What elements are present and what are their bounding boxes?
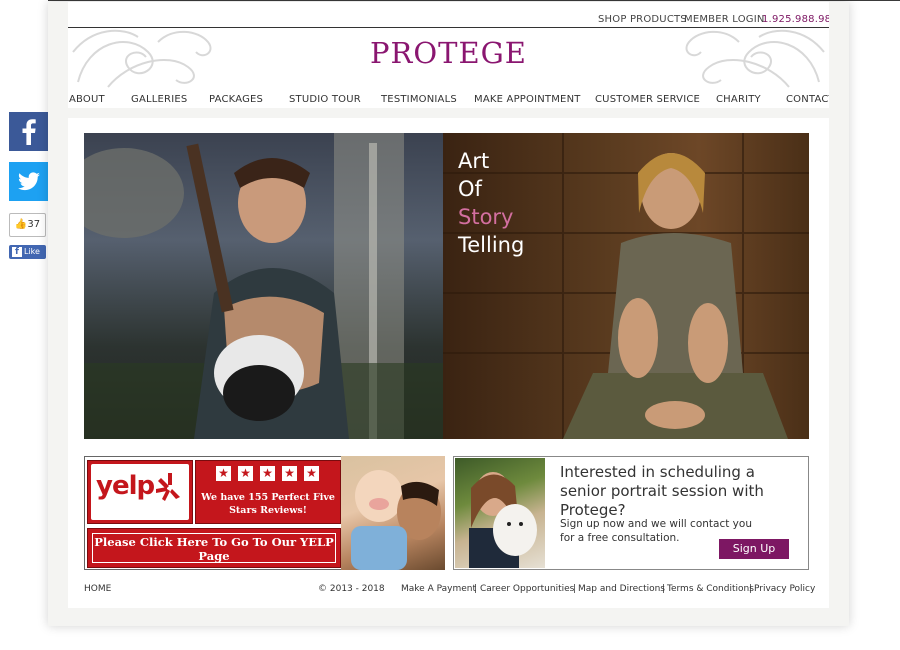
guitarist-illustration-icon	[84, 133, 443, 439]
main-content: Art Of Story Telling yelp ★ ★ ★ ★ ★ We h…	[68, 118, 829, 608]
site-logo[interactable]: PROTEGE	[68, 36, 829, 70]
page-container: SHOP PRODUCTS MEMBER LOGIN 1.925.988.987…	[48, 2, 849, 626]
footer-separator: |	[662, 584, 666, 594]
footer-privacy-link[interactable]: Privacy Policy	[754, 584, 815, 594]
star-icon: ★	[216, 466, 231, 481]
header-divider	[68, 27, 829, 28]
footer-copyright: © 2013 - 2018	[318, 584, 385, 594]
hero-line-art: Art	[458, 149, 490, 173]
footer-make-payment-link[interactable]: Make A Payment	[401, 584, 476, 594]
family-illustration-icon	[351, 470, 441, 570]
promo-photo	[455, 458, 545, 568]
girl-with-dog-illustration-icon	[469, 472, 537, 568]
facebook-icon	[22, 119, 36, 145]
yelp-review-text: We have 155 Perfect Five Stars Reviews!	[201, 492, 335, 516]
nav-make-appointment[interactable]: MAKE APPOINTMENT	[474, 94, 581, 105]
star-icon: ★	[282, 466, 297, 481]
facebook-small-icon: f	[12, 247, 22, 257]
like-label: Like	[24, 247, 40, 256]
star-icon: ★	[238, 466, 253, 481]
footer-separator: |	[573, 584, 577, 594]
site-header: SHOP PRODUCTS MEMBER LOGIN 1.925.988.987…	[68, 2, 829, 108]
footer-terms-link[interactable]: Terms & Conditions	[667, 584, 754, 594]
nav-contact[interactable]: CONTACT	[786, 94, 829, 105]
top-border	[48, 0, 900, 1]
like-count: 37	[27, 219, 41, 230]
footer-separator: |	[749, 584, 753, 594]
star-icon: ★	[304, 466, 319, 481]
thumbs-up-icon: 👍	[14, 219, 28, 230]
footer-home-link[interactable]: HOME	[84, 584, 111, 594]
nav-charity[interactable]: CHARITY	[716, 94, 761, 105]
yelp-page-button[interactable]: Please Click Here To Go To Our YELP Page	[87, 528, 341, 568]
footer-career-link[interactable]: Career Opportunities	[480, 584, 574, 594]
yelp-logo: yelp	[87, 460, 193, 524]
nav-galleries[interactable]: GALLERIES	[131, 94, 187, 105]
phone-number-link[interactable]: 1.925.988.9876	[762, 14, 829, 26]
promo-title: Interested in scheduling a senior portra…	[560, 463, 764, 519]
yelp-review-badge: ★ ★ ★ ★ ★ We have 155 Perfect Five Stars…	[195, 460, 341, 524]
yelp-page-button-label: Please Click Here To Go To Our YELP Page	[92, 533, 336, 563]
nav-packages[interactable]: PACKAGES	[209, 94, 263, 105]
twitter-icon	[18, 172, 40, 191]
family-photo	[341, 456, 445, 570]
hero-line-story: Story	[458, 205, 514, 229]
hero-banner[interactable]: Art Of Story Telling	[84, 133, 809, 439]
hero-photo-guitarist	[84, 133, 443, 439]
hero-line-telling: Telling	[458, 233, 525, 257]
star-icon: ★	[260, 466, 275, 481]
sign-up-button[interactable]: Sign Up	[719, 539, 789, 559]
facebook-share-button[interactable]	[9, 112, 48, 151]
footer-separator: |	[474, 584, 478, 594]
nav-studio-tour[interactable]: STUDIO TOUR	[289, 94, 361, 105]
nav-customer-service[interactable]: CUSTOMER SERVICE	[595, 94, 700, 105]
footer-map-link[interactable]: Map and Directions	[578, 584, 665, 594]
nav-about[interactable]: ABOUT	[69, 94, 105, 105]
yelp-burst-icon	[156, 473, 180, 501]
twitter-share-button[interactable]	[9, 162, 48, 201]
facebook-like-button[interactable]: f Like	[9, 245, 46, 259]
consultation-promo: Interested in scheduling a senior portra…	[453, 456, 809, 570]
hero-line-of: Of	[458, 177, 482, 201]
hero-tagline: Art Of Story Telling	[458, 147, 524, 259]
nav-testimonials[interactable]: TESTIMONIALS	[381, 94, 457, 105]
member-login-link[interactable]: MEMBER LOGIN	[684, 14, 765, 25]
shop-products-link[interactable]: SHOP PRODUCTS	[598, 14, 687, 25]
yelp-promo[interactable]: yelp ★ ★ ★ ★ ★ We have 155 Perfect Five …	[84, 456, 342, 570]
like-count-box: 👍37	[9, 213, 46, 237]
yelp-wordmark: yelp	[96, 471, 155, 501]
